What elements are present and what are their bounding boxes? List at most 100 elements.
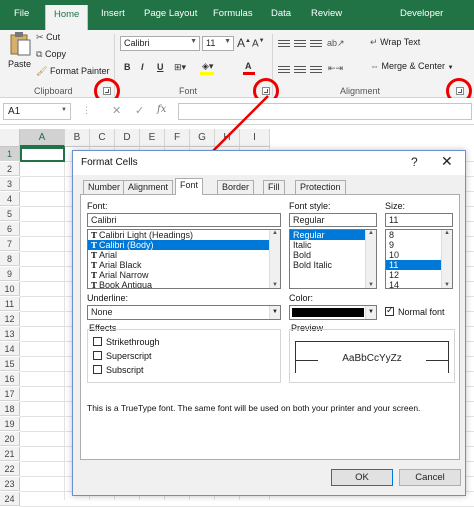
font-list-scrollbar[interactable]: ▲ ▼ [269,230,280,288]
paste-button[interactable]: Paste [6,32,34,72]
column-header-b[interactable]: B [65,129,90,147]
row-header-17[interactable]: 17 [0,387,20,401]
subscript-checkbox[interactable] [93,365,102,374]
row-header-10[interactable]: 10 [0,282,20,296]
row-header-20[interactable]: 20 [0,432,20,446]
column-header-a[interactable]: A [20,129,65,147]
underline-select[interactable]: None ▼ [87,305,281,320]
enter-entry-icon[interactable]: ✓ [135,104,144,117]
style-list-scrollbar[interactable]: ▲ ▼ [365,230,376,288]
tab-fill[interactable]: Fill [263,180,285,194]
list-item[interactable]: T Arial Black [88,260,280,270]
scroll-down-icon[interactable]: ▼ [270,282,280,288]
decrease-font-icon[interactable]: A▼ [252,38,265,49]
list-item[interactable]: Bold [290,250,376,260]
increase-font-icon[interactable]: A▲ [237,36,251,50]
tab-data[interactable]: Data [271,8,291,19]
cancel-entry-icon[interactable]: ✕ [112,104,121,117]
align-left-icon[interactable] [278,66,290,76]
row-header-6[interactable]: 6 [0,222,20,236]
row-header-2[interactable]: 2 [0,162,20,176]
name-box[interactable]: A1 ▼ [3,103,71,120]
list-item[interactable]: T Book Antiqua [88,280,280,288]
row-header-1[interactable]: 1 [0,147,20,161]
normal-font-checkbox[interactable] [385,305,394,316]
row-header-19[interactable]: 19 [0,417,20,431]
list-item[interactable]: T Arial [88,250,280,260]
indent-icon[interactable]: ⇤⇥ [328,63,343,74]
font-input[interactable]: Calibri [87,213,281,227]
font-listbox[interactable]: T Calibri Light (Headings) T Calibri (Body)… [87,229,281,289]
size-input[interactable]: 11 [385,213,453,227]
row-header-21[interactable]: 21 [0,447,20,461]
tab-formulas[interactable]: Formulas [213,8,253,19]
tab-number[interactable]: Number [83,180,126,194]
row-header-7[interactable]: 7 [0,237,20,251]
tab-page-layout[interactable]: Page Layout [144,8,197,19]
list-item[interactable]: Bold Italic [290,260,376,270]
scroll-up-icon[interactable]: ▲ [442,230,452,236]
ok-button[interactable]: OK [331,469,393,486]
align-middle-icon[interactable] [294,40,306,50]
bold-button[interactable]: B [124,62,131,72]
row-header-5[interactable]: 5 [0,207,20,221]
align-bottom-icon[interactable] [310,40,322,50]
tab-review[interactable]: Review [311,8,342,19]
column-header-f[interactable]: F [165,129,190,147]
row-header-15[interactable]: 15 [0,357,20,371]
tab-home[interactable]: Home [45,5,89,30]
help-button[interactable]: ? [411,155,418,169]
color-select[interactable]: ▼ [289,305,377,320]
row-header-11[interactable]: 11 [0,297,20,311]
scroll-up-icon[interactable]: ▲ [270,230,280,236]
row-header-8[interactable]: 8 [0,252,20,266]
format-painter-button[interactable]: 🖌 Format Painter [36,66,109,77]
borders-icon[interactable]: ⊞▾ [174,62,186,73]
superscript-checkbox[interactable] [93,351,102,360]
row-header-23[interactable]: 23 [0,477,20,491]
strikethrough-checkbox[interactable] [93,337,102,346]
size-listbox[interactable]: 8 9 10 11 12 14 ▲ ▼ [385,229,453,289]
font-size-combo[interactable]: 11 ▼ [202,36,234,51]
row-header-12[interactable]: 12 [0,312,20,326]
cut-button[interactable]: ✂ Cut [36,32,60,43]
tab-file[interactable]: File [14,8,29,19]
font-color-button[interactable]: A [245,61,252,71]
orientation-icon[interactable]: ab↗ [327,38,345,49]
align-right-icon[interactable] [310,66,322,76]
row-header-3[interactable]: 3 [0,177,20,191]
cancel-button[interactable]: Cancel [399,469,461,486]
row-header-18[interactable]: 18 [0,402,20,416]
align-top-icon[interactable] [278,40,290,50]
row-header-13[interactable]: 13 [0,327,20,341]
list-item[interactable]: Regular [290,230,376,240]
merge-center-button[interactable]: ⇔ Merge & Center ▼ [370,61,454,71]
font-name-combo[interactable]: Calibri ▼ [120,36,200,51]
align-center-icon[interactable] [294,66,306,76]
list-item[interactable]: T Arial Narrow [88,270,280,280]
scroll-down-icon[interactable]: ▼ [442,282,452,288]
row-header-24[interactable]: 24 [0,492,20,506]
tab-alignment[interactable]: Alignment [123,180,174,194]
row-header-9[interactable]: 9 [0,267,20,281]
row-header-14[interactable]: 14 [0,342,20,356]
font-style-listbox[interactable]: Regular Italic Bold Bold Italic ▲ ▼ [289,229,377,289]
insert-function-icon[interactable]: fx [157,104,166,115]
fill-color-icon[interactable]: ◈▾ [202,61,213,72]
active-cell-a1[interactable] [20,147,65,162]
list-item[interactable]: Italic [290,240,376,250]
copy-button[interactable]: ⧉ Copy [36,49,66,60]
tab-protection[interactable]: Protection [295,180,346,194]
close-icon[interactable]: ✕ [441,153,453,170]
size-list-scrollbar[interactable]: ▲ ▼ [441,230,452,288]
scroll-up-icon[interactable]: ▲ [366,230,376,236]
tab-border[interactable]: Border [217,180,255,194]
row-header-22[interactable]: 22 [0,462,20,476]
underline-button[interactable]: U [157,62,164,72]
row-header-16[interactable]: 16 [0,372,20,386]
row-header-4[interactable]: 4 [0,192,20,206]
tab-font[interactable]: Font [175,178,204,195]
list-item[interactable]: T Calibri Light (Headings) [88,230,280,240]
column-header-c[interactable]: C [90,129,115,147]
column-header-d[interactable]: D [115,129,140,147]
